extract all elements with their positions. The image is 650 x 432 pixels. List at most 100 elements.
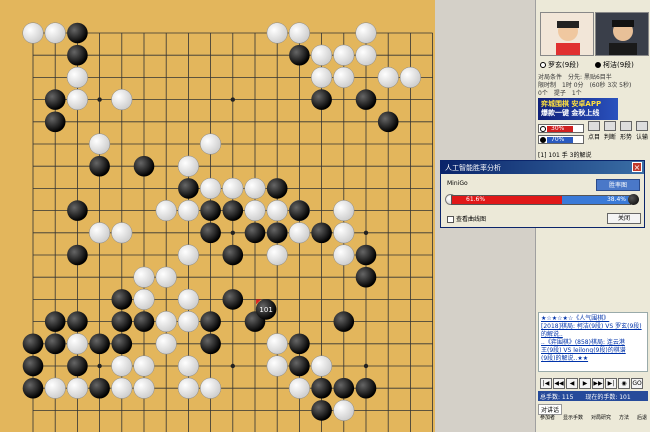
white-stone [111, 355, 133, 377]
close-button[interactable]: 关闭 [607, 213, 641, 224]
black-stone [178, 178, 199, 199]
black-player-name: 柯洁(9段) [595, 60, 634, 70]
white-stone [333, 66, 355, 88]
white-player-name: 罗玄(9段) [540, 60, 579, 70]
back-fast-button[interactable]: ◀◀ [553, 378, 565, 389]
go-button[interactable]: GO [631, 378, 643, 389]
go-board[interactable]: 101 [0, 0, 435, 432]
forward-button[interactable]: ▶ [579, 378, 591, 389]
chat-item[interactable]: ★☆★☆★☆《人气围棋》 [541, 315, 645, 323]
white-stone [177, 311, 199, 333]
black-stone [311, 377, 332, 399]
move-counts: 总手数: 115 现在的手数: 101 [538, 391, 648, 401]
black-stone [67, 22, 88, 44]
black-stone [311, 400, 332, 421]
white-stone [266, 355, 288, 377]
ad-line-1: 弈城围棋 安卓APP [541, 100, 602, 108]
white-stone [200, 133, 222, 155]
star-point [97, 97, 102, 102]
black-winrate-label: 38.4% [606, 196, 626, 203]
black-stone [289, 44, 310, 66]
black-stone [355, 244, 377, 266]
ad-line-2: 爆款一键 金秋上线 [541, 109, 600, 117]
black-stone [289, 355, 310, 377]
white-stone [89, 222, 111, 244]
undo-button[interactable]: 后退 [637, 414, 647, 432]
black-stone [133, 311, 155, 332]
total-moves: 总手数: 115 [540, 394, 574, 401]
study-button[interactable]: 对局研究 [591, 414, 611, 432]
white-stone [133, 288, 155, 310]
first-move-button[interactable]: |◀ [540, 378, 552, 389]
resign-button[interactable]: 认输 [634, 121, 650, 141]
black-stone [200, 311, 221, 332]
white-stone [66, 377, 88, 399]
captures-info: 0个 提子 1个 [538, 90, 582, 97]
record-button[interactable]: ◉ [618, 378, 630, 389]
black-stone [377, 111, 399, 133]
show-curve-checkbox[interactable]: 查看曲线图 [447, 214, 486, 223]
chat-item[interactable]: ..《弈围棋》(858)棋局: 连云港 [541, 339, 645, 347]
black-stone [266, 178, 288, 199]
white-stone [311, 44, 333, 66]
star-point [97, 363, 102, 369]
board-grid[interactable]: 101 [0, 0, 435, 432]
white-stone [333, 222, 355, 244]
back-button[interactable]: ◀ [566, 378, 578, 389]
last-move-label: 101 [259, 306, 272, 314]
method-button[interactable]: 方法 [619, 414, 629, 432]
ai-dialog-titlebar[interactable]: 人工智能胜率分析 × [441, 161, 644, 174]
white-stone [266, 333, 288, 355]
white-stone [244, 200, 266, 222]
black-stone [67, 355, 88, 377]
black-stone [355, 266, 377, 288]
winrate-graph-button[interactable]: 胜率图 [596, 179, 640, 191]
black-stone [333, 311, 355, 332]
black-stone [67, 311, 88, 332]
last-move-button[interactable]: ▶| [605, 378, 617, 389]
black-stone-icon [595, 62, 601, 68]
black-stone [200, 222, 221, 244]
white-stone [266, 22, 288, 44]
black-stone [355, 377, 377, 399]
white-stone [177, 244, 199, 266]
white-stone [89, 133, 111, 155]
black-stone [222, 244, 244, 266]
black-stone [44, 89, 66, 110]
white-stone [44, 22, 66, 44]
forward-fast-button[interactable]: ▶▶ [592, 378, 604, 389]
white-stone [333, 399, 355, 421]
count-icon [588, 121, 600, 131]
situation-button[interactable]: 形势 [618, 121, 634, 141]
white-stone [266, 244, 288, 266]
black-stone [67, 244, 88, 266]
black-stone [89, 155, 110, 177]
move-info: [1] 101 手 3的解说 [538, 152, 592, 159]
black-stone-icon [628, 194, 639, 205]
black-stone [289, 333, 310, 355]
white-stone [177, 200, 199, 222]
chat-item[interactable]: (9段)的解说..★★ [541, 355, 645, 363]
black-stone [333, 377, 355, 399]
participants-button[interactable]: 参加者 [540, 414, 555, 432]
black-stone [355, 89, 377, 110]
white-stone [266, 200, 288, 222]
resign-icon [636, 121, 648, 131]
close-icon[interactable]: × [632, 162, 642, 172]
white-stone [133, 377, 155, 399]
chat-list[interactable]: ★☆★☆★☆《人气围棋》 [2018]棋局: 柯洁(9段) VS 罗玄(9段)的… [538, 312, 648, 372]
ai-analysis-dialog: 人工智能胜率分析 × MiniGo 胜率图 61.6% 38.4% 查看曲线图 … [440, 160, 645, 228]
chat-item[interactable]: [2018]棋局: 柯洁(9段) VS 罗玄(9段)的解说.. [541, 323, 645, 339]
count-button[interactable]: 点目 [586, 121, 602, 141]
chat-item[interactable]: 王(9段) VS leilong(9段)的棋谱 [541, 347, 645, 355]
app-banner-ad[interactable]: 弈城围棋 安卓APP 爆款一键 金秋上线 [538, 98, 618, 120]
show-moves-button[interactable]: 显示手数 [563, 414, 583, 432]
judge-button[interactable]: 判断 [602, 121, 618, 141]
black-stone [200, 200, 221, 221]
white-stone [66, 89, 88, 111]
black-stone [22, 333, 44, 355]
white-stone [244, 177, 266, 199]
checkbox-icon[interactable] [447, 216, 454, 223]
white-stone [288, 22, 310, 44]
star-point [363, 230, 369, 235]
